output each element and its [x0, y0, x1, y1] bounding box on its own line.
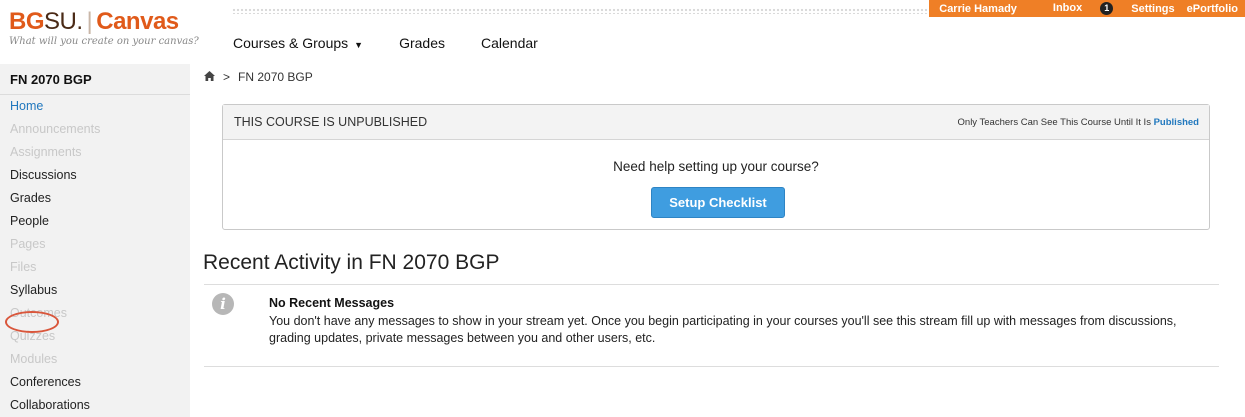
bgsu-canvas-logo[interactable]: BGSU. | Canvas What will you create on you… — [9, 9, 199, 48]
sidebar-item-pages[interactable]: Pages — [0, 233, 190, 256]
breadcrumb-course[interactable]: FN 2070 BGP — [238, 70, 313, 84]
no-messages-title: No Recent Messages — [269, 296, 395, 310]
nav-courses-groups[interactable]: Courses & Groups ▼ — [233, 35, 363, 51]
logo-tagline: What will you create on your canvas? — [9, 36, 199, 47]
activity-stream: i No Recent Messages You don't have any … — [204, 284, 1219, 367]
info-icon: i — [212, 293, 234, 315]
unpublished-notice: THIS COURSE IS UNPUBLISHED Only Teachers… — [222, 104, 1210, 230]
sidebar-item-collaborations[interactable]: Collaborations — [0, 394, 190, 417]
eportfolio-link[interactable]: ePortfolio — [1187, 3, 1238, 15]
sidebar-item-conferences[interactable]: Conferences — [0, 371, 190, 394]
unpublished-note-text: Only Teachers Can See This Course Until … — [957, 117, 1151, 128]
sidebar-item-modules[interactable]: Modules — [0, 348, 190, 371]
settings-link[interactable]: Settings — [1131, 3, 1174, 15]
logo-su-text: SU. — [44, 8, 83, 35]
sidebar-item-people[interactable]: People — [0, 210, 190, 233]
breadcrumb: > FN 2070 BGP — [204, 70, 313, 84]
published-link[interactable]: Published — [1154, 117, 1199, 128]
unpublished-note: Only Teachers Can See This Course Until … — [958, 117, 1199, 128]
setup-help-text: Need help setting up your course? — [613, 159, 819, 174]
logo-bg-text: BG — [9, 8, 45, 35]
global-nav: Courses & Groups ▼ Grades Calendar — [233, 35, 538, 51]
quizzes-highlight-oval — [5, 311, 59, 333]
inbox-link[interactable]: Inbox 1 — [1035, 2, 1114, 15]
nav-grades[interactable]: Grades — [399, 35, 445, 51]
chevron-down-icon: ▼ — [354, 40, 364, 50]
unpublished-title: THIS COURSE IS UNPUBLISHED — [234, 115, 428, 129]
user-bar: Carrie Hamady Inbox 1 Settings ePortfolio — [929, 0, 1245, 17]
nav-courses-groups-label: Courses & Groups — [233, 35, 349, 51]
sidebar-item-discussions[interactable]: Discussions — [0, 164, 190, 187]
sidebar-item-announcements[interactable]: Announcements — [0, 118, 190, 141]
course-name-heading[interactable]: FN 2070 BGP — [0, 64, 190, 95]
global-header: BGSU. | Canvas What will you create on you… — [0, 0, 1245, 64]
setup-checklist-button[interactable]: Setup Checklist — [651, 187, 785, 218]
user-name-link[interactable]: Carrie Hamady — [939, 3, 1017, 15]
sidebar-item-home[interactable]: Home — [0, 95, 190, 118]
course-nav: Home Announcements Assignments Discussio… — [0, 95, 190, 417]
logo-canvas-text: Canvas — [96, 8, 179, 35]
logo-separator: | — [86, 8, 93, 35]
breadcrumb-separator: > — [223, 70, 231, 84]
nav-calendar[interactable]: Calendar — [481, 35, 538, 51]
recent-activity-heading: Recent Activity in FN 2070 BGP — [203, 251, 500, 274]
unpublished-header: THIS COURSE IS UNPUBLISHED Only Teachers… — [223, 105, 1209, 140]
sidebar-item-grades[interactable]: Grades — [0, 187, 190, 210]
logo-wordmark: BGSU. | Canvas — [9, 9, 199, 35]
inbox-count-badge: 1 — [1100, 2, 1114, 15]
inbox-label: Inbox — [1052, 2, 1083, 14]
home-icon[interactable] — [204, 70, 215, 84]
sidebar-item-syllabus[interactable]: Syllabus — [0, 279, 190, 302]
course-sidebar: FN 2070 BGP Home Announcements Assignmen… — [0, 64, 190, 417]
no-messages-body: You don't have any messages to show in y… — [269, 314, 1177, 345]
sidebar-item-files[interactable]: Files — [0, 256, 190, 279]
sidebar-item-assignments[interactable]: Assignments — [0, 141, 190, 164]
